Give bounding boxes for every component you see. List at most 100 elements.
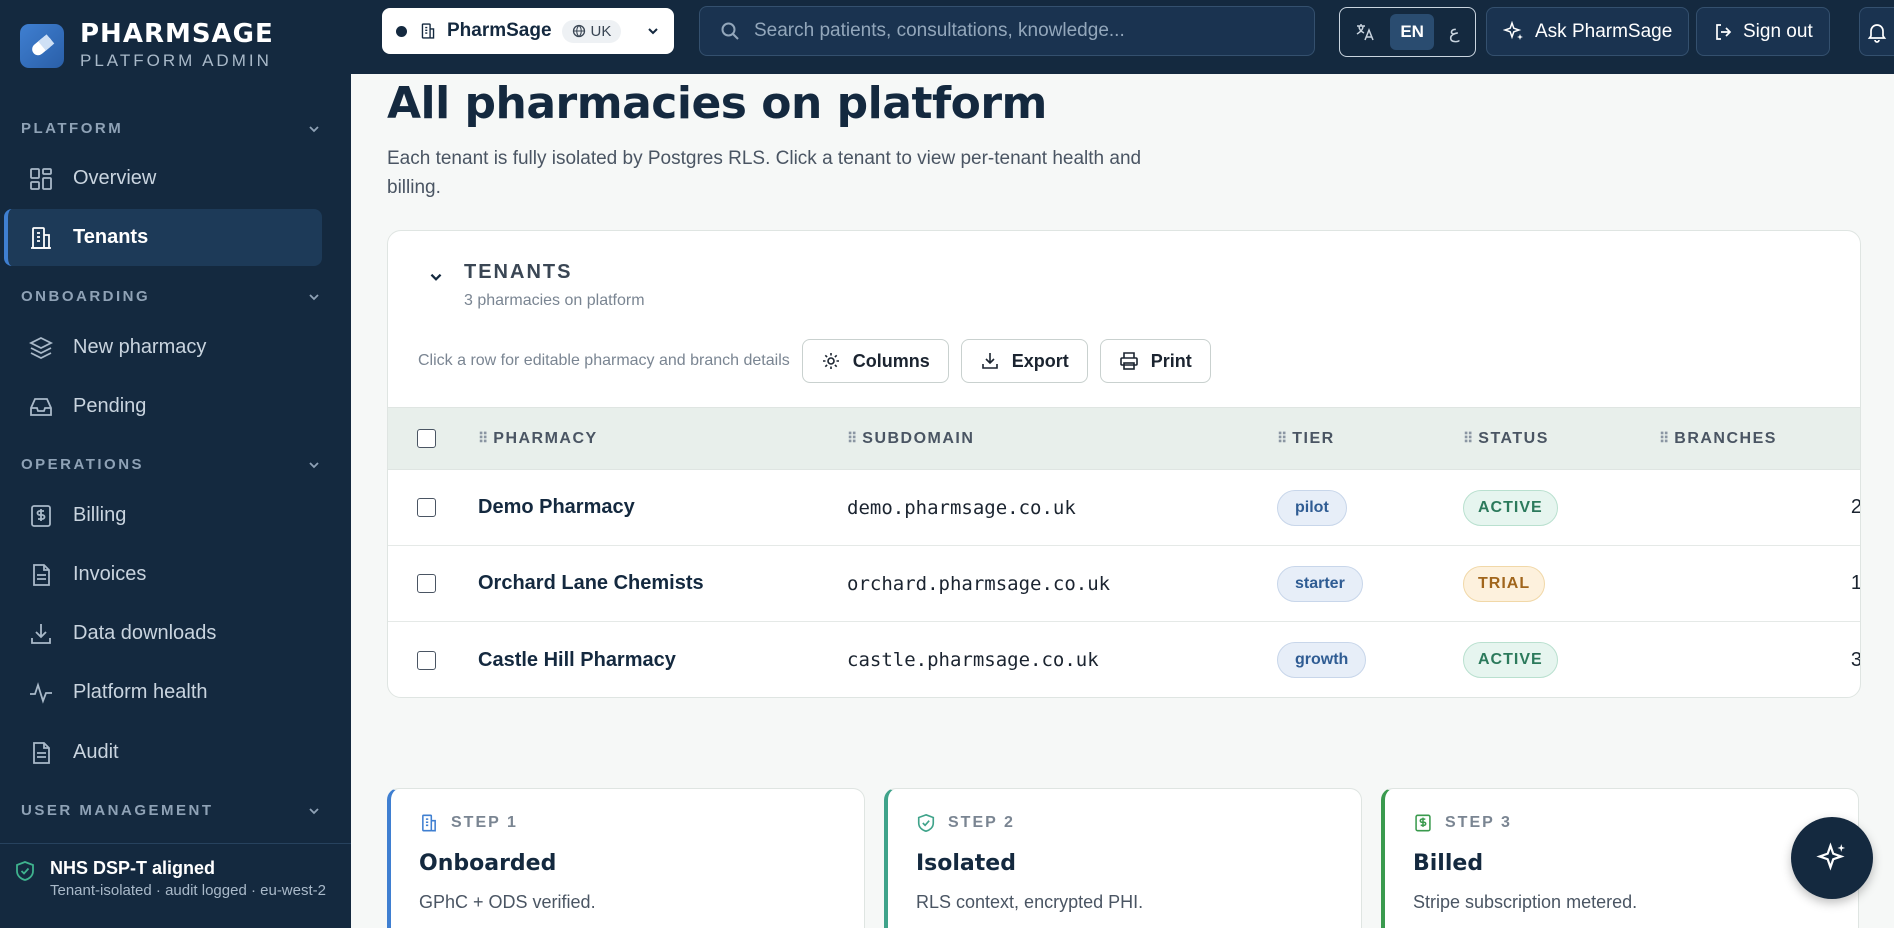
sidebar-item-label: Overview (73, 167, 157, 189)
sign-out-button[interactable]: Sign out (1696, 7, 1830, 56)
bell-icon (1867, 23, 1887, 43)
sidebar-item-overview[interactable]: Overview (4, 150, 322, 207)
brand-subtitle: PLATFORM ADMIN (80, 51, 272, 70)
chevron-down-icon[interactable] (428, 269, 444, 285)
region-label: UK (590, 22, 612, 40)
search-input[interactable] (754, 20, 1294, 42)
pharmacy-name: Demo Pharmacy (478, 496, 635, 518)
branch-count: 1 (1850, 572, 1861, 594)
branch-count: 2 (1850, 496, 1861, 518)
row-checkbox[interactable] (417, 498, 436, 517)
table-header-row: ⠿ PHARMACY ⠿ SUBDOMAIN ⠿ TIER ⠿ STATUS ⠿ BRAN… (388, 407, 1860, 470)
lang-en-button[interactable]: EN (1390, 14, 1434, 50)
sign-out-icon (1716, 23, 1732, 40)
drag-handle-icon[interactable]: ⠿ (847, 430, 857, 447)
columns-button[interactable]: Columns (801, 339, 949, 383)
section-label: OPERATIONS (21, 456, 145, 473)
sidebar-item-label: New pharmacy (73, 336, 207, 358)
status-dot (396, 25, 407, 37)
tier-badge: starter (1277, 565, 1363, 602)
search-bar[interactable] (699, 6, 1315, 56)
sparkle-icon (1816, 842, 1846, 871)
column-header-status[interactable]: ⠿ STATUS (1463, 430, 1659, 448)
building-icon (421, 23, 435, 39)
building-icon (28, 225, 54, 251)
step-label: STEP 1 (451, 814, 518, 831)
chevron-down-icon (309, 125, 319, 132)
shield-check-icon (917, 813, 935, 833)
subdomain: orchard.pharmsage.co.uk (847, 572, 1111, 595)
table-row[interactable]: Orchard Lane Chemists orchard.pharmsage.… (388, 546, 1861, 622)
building-icon (422, 814, 436, 832)
step-description: RLS context, encrypted PHI. (916, 892, 1144, 912)
status-badge: ACTIVE (1463, 642, 1558, 678)
tier-badge: growth (1277, 642, 1367, 678)
tenants-card-title: TENANTS (464, 261, 573, 283)
search-icon (721, 22, 739, 40)
section-label: ONBOARDING (21, 288, 151, 305)
drag-handle-icon[interactable]: ⠿ (1277, 430, 1287, 447)
pharmacy-name: Castle Hill Pharmacy (478, 648, 676, 671)
inbox-icon (28, 394, 54, 420)
tenants-card-header[interactable]: TENANTS 3 pharmacies on platform (428, 261, 645, 310)
printer-icon (1119, 352, 1138, 370)
sidebar-item-label: Audit (73, 741, 119, 763)
brand[interactable]: PHARMSAGE PLATFORM ADMIN (20, 21, 274, 70)
assistant-fab-button[interactable] (1791, 817, 1873, 899)
tenant-selector[interactable]: PharmSage UK (382, 8, 674, 54)
language-switcher[interactable]: EN ع (1339, 7, 1476, 57)
print-button[interactable]: Print (1099, 339, 1211, 383)
page-title: All pharmacies on platform (387, 78, 1047, 129)
pulse-icon (28, 680, 54, 706)
step-card-onboarded: STEP 1 Onboarded GPhC + ODS verified. (387, 788, 865, 928)
sidebar-item-platform-health[interactable]: Platform health (4, 664, 322, 721)
column-header-subdomain[interactable]: ⠿ SUBDOMAIN (847, 430, 1277, 448)
status-badge: ACTIVE (1463, 489, 1558, 526)
drag-handle-icon[interactable]: ⠿ (1463, 430, 1473, 447)
section-operations[interactable]: OPERATIONS (21, 456, 321, 473)
export-button[interactable]: Export (960, 339, 1088, 383)
step-description: GPhC + ODS verified. (419, 892, 596, 912)
notifications-button[interactable] (1859, 7, 1894, 56)
drag-handle-icon[interactable]: ⠿ (1659, 430, 1669, 447)
drag-handle-icon[interactable]: ⠿ (478, 430, 488, 447)
sidebar-item-pending[interactable]: Pending (4, 378, 322, 435)
sidebar-item-data-downloads[interactable]: Data downloads (4, 605, 322, 662)
sidebar-item-billing[interactable]: Billing (4, 487, 322, 544)
sidebar-item-audit[interactable]: Audit (4, 724, 322, 781)
compliance-badge: NHS DSP-T aligned Tenant-isolated · audi… (0, 843, 351, 928)
tier-badge: pilot (1277, 489, 1347, 526)
dollar-receipt-icon (1415, 814, 1431, 832)
column-header-branches[interactable]: ⠿ BRANCHES (1659, 430, 1860, 448)
table-row[interactable]: Castle Hill Pharmacy castle.pharmsage.co… (388, 622, 1860, 697)
column-header-tier[interactable]: ⠿ TIER (1277, 430, 1463, 448)
chevron-down-icon (309, 461, 319, 468)
sidebar-item-new-pharmacy[interactable]: New pharmacy (4, 319, 322, 376)
section-onboarding[interactable]: ONBOARDING (21, 288, 321, 305)
sidebar: PHARMSAGE PLATFORM ADMIN PLATFORM Overvi… (0, 0, 351, 928)
sidebar-item-tenants[interactable]: Tenants (4, 209, 322, 266)
globe-icon (572, 24, 585, 38)
step-label: STEP 3 (1445, 814, 1512, 831)
export-label: Export (1011, 350, 1069, 371)
table-row[interactable]: Demo Pharmacy demo.pharmsage.co.uk pilot… (388, 470, 1861, 546)
tenants-table: ⠿ PHARMACY ⠿ SUBDOMAIN ⠿ TIER ⠿ STATUS ⠿ BRAN… (388, 407, 1861, 697)
region-badge: UK (561, 19, 622, 43)
subdomain: castle.pharmsage.co.uk (847, 649, 1099, 671)
sidebar-item-invoices[interactable]: Invoices (4, 546, 322, 603)
step-card-billed: STEP 3 Billed Stripe subscription metere… (1381, 788, 1859, 928)
section-platform[interactable]: PLATFORM (21, 120, 321, 137)
print-label: Print (1150, 350, 1192, 371)
table-hint: Click a row for editable pharmacy and br… (418, 352, 790, 369)
row-checkbox[interactable] (417, 650, 436, 670)
column-header-pharmacy[interactable]: ⠿ PHARMACY (478, 430, 847, 448)
select-all-checkbox[interactable] (417, 429, 436, 448)
section-user-management[interactable]: USER MANAGEMENT (21, 802, 321, 819)
row-checkbox[interactable] (417, 574, 436, 593)
gear-icon (822, 353, 839, 369)
ask-pharmsage-button[interactable]: Ask PharmSage (1486, 7, 1690, 56)
lang-ar-button[interactable]: ع (1449, 22, 1460, 43)
tenants-card: TENANTS 3 pharmacies on platform Click a… (387, 230, 1861, 698)
sidebar-item-label: Tenants (73, 226, 149, 248)
shield-check-icon (16, 861, 34, 881)
